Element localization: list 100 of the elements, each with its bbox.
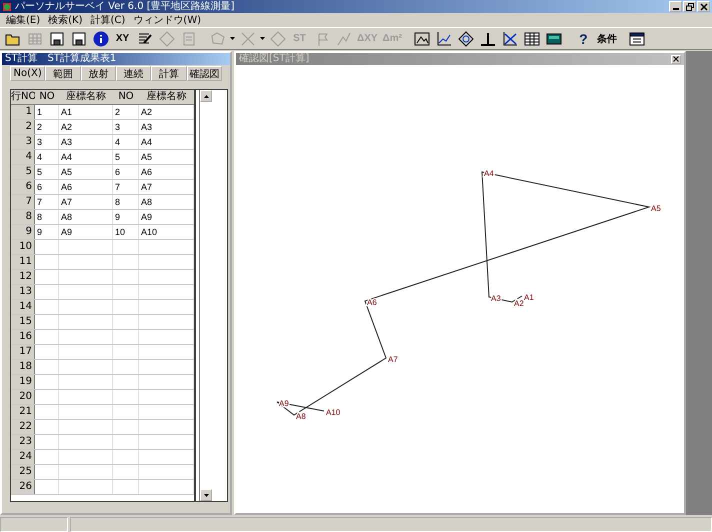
diamond-icon	[458, 30, 474, 46]
table-cell: A7	[59, 195, 113, 209]
row-number: 8	[11, 210, 35, 224]
table-cell: A4	[139, 135, 194, 149]
polygon-icon	[210, 30, 226, 46]
table-cell: A1	[59, 105, 113, 119]
table-cell: A2	[59, 120, 113, 134]
table-cell: 3	[113, 120, 139, 134]
window-icon	[629, 30, 646, 46]
row-number: 6	[11, 180, 35, 194]
table-cell: 10	[113, 225, 139, 239]
scrollbar[interactable]	[199, 90, 212, 501]
row-number: 4	[11, 150, 35, 164]
table-cell: 7	[35, 195, 59, 209]
table-cell: A9	[139, 210, 194, 224]
scroll-down-button[interactable]	[200, 489, 212, 501]
point-label: A6	[367, 298, 377, 307]
close-icon	[700, 2, 708, 10]
command-button[interactable]: 計算	[151, 66, 187, 81]
table-cell: A6	[59, 180, 113, 194]
scroll-up-button[interactable]	[200, 90, 212, 102]
command-button[interactable]: 連続	[116, 66, 152, 81]
menu-item[interactable]: 計算(C)	[90, 13, 126, 27]
row-number: 1	[11, 105, 35, 119]
table-cell: 9	[113, 210, 139, 224]
table-cell: A8	[139, 195, 194, 209]
row-number: 22	[11, 420, 35, 434]
close-button[interactable]	[697, 1, 710, 12]
row-number: 15	[11, 315, 35, 329]
row-number: 11	[11, 255, 35, 269]
table-cell: 2	[113, 105, 139, 119]
table-cell: 8	[35, 210, 59, 224]
grid-icon	[26, 30, 42, 46]
caret-icon	[230, 36, 235, 40]
row-number: 13	[11, 285, 35, 299]
point-label: A5	[651, 204, 661, 213]
table-cell: A8	[59, 210, 113, 224]
restore-icon	[686, 2, 694, 10]
command-button[interactable]: No(X)	[10, 66, 46, 81]
calculator-icon	[546, 30, 562, 46]
table-cell: A4	[59, 150, 113, 164]
table-cell: A9	[59, 225, 113, 239]
row-number: 25	[11, 465, 35, 479]
table-cell: 9	[35, 225, 59, 239]
row-number: 17	[11, 345, 35, 359]
row-number: 12	[11, 270, 35, 284]
table-cell: A6	[139, 165, 194, 179]
table-cell: A3	[139, 120, 194, 134]
row-number: 26	[11, 480, 35, 494]
status-pane	[0, 517, 68, 532]
row-number: 19	[11, 375, 35, 389]
table-cell: A3	[59, 135, 113, 149]
info-icon	[92, 30, 108, 46]
save-icon	[48, 30, 64, 46]
restore-button[interactable]	[683, 1, 696, 12]
table-cell: 5	[35, 165, 59, 179]
minimize-button[interactable]	[669, 1, 682, 12]
table-cell: 3	[35, 135, 59, 149]
table-cell: A10	[139, 225, 194, 239]
line-icon	[336, 30, 352, 46]
close-icon	[673, 56, 679, 62]
table-cell: 6	[113, 165, 139, 179]
row-number: 10	[11, 240, 35, 254]
window-title: ST計算 ST計算成果表1	[2, 53, 230, 65]
command-button[interactable]: 放射	[80, 66, 116, 81]
table-cell: 4	[113, 135, 139, 149]
app-icon	[2, 2, 12, 12]
command-button[interactable]: 範囲	[45, 66, 81, 81]
table-cell: A5	[139, 150, 194, 164]
point-label: A2	[514, 299, 524, 308]
table-cell: 5	[113, 150, 139, 164]
point-label: A7	[388, 355, 398, 364]
table-icon	[524, 30, 540, 46]
table-cell: 6	[35, 180, 59, 194]
row-number: 24	[11, 450, 35, 464]
row-number: 2	[11, 120, 35, 134]
table-cell: A7	[139, 180, 194, 194]
edit-icon	[136, 30, 152, 46]
point-label: A8	[296, 412, 306, 421]
menu-item[interactable]: 編集(E)	[6, 13, 40, 27]
point-label: A1	[524, 293, 534, 302]
up-arrow-icon	[204, 94, 208, 98]
caret-icon	[260, 36, 265, 40]
menu-item[interactable]: ウィンドウ(W)	[133, 13, 201, 27]
diamond-icon	[270, 30, 286, 46]
table-cell: 7	[113, 180, 139, 194]
row-number: 9	[11, 225, 35, 239]
picture-icon	[414, 30, 430, 46]
chart-icon	[436, 30, 452, 46]
table-cell: A5	[59, 165, 113, 179]
menu-item[interactable]: 検索(K)	[48, 13, 82, 27]
row-number: 18	[11, 360, 35, 374]
crossed-grid-icon	[502, 30, 518, 46]
down-arrow-icon	[204, 494, 208, 496]
row-number: 7	[11, 195, 35, 209]
command-button[interactable]: 確認図	[186, 66, 222, 81]
table-cell: 1	[35, 105, 59, 119]
row-number: 5	[11, 165, 35, 179]
document-icon	[180, 30, 196, 46]
table-cell: 4	[35, 150, 59, 164]
